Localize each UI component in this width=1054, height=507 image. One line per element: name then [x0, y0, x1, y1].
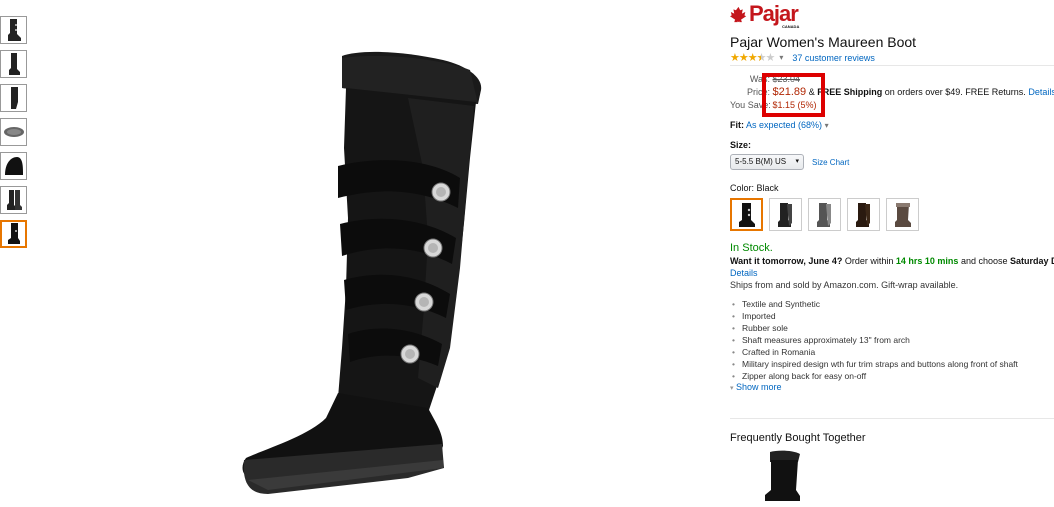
swatch-grey[interactable]	[808, 198, 841, 231]
list-item: Shaft measures approximately 13" from ar…	[730, 334, 1018, 346]
thumbnail-2[interactable]	[0, 50, 27, 78]
want-mid2: and choose	[960, 256, 1008, 266]
order-countdown: 14 hrs 10 mins	[895, 256, 959, 266]
brand-logo[interactable]: Pajar CANADA	[730, 1, 800, 29]
boot-taupe-icon	[894, 202, 911, 227]
delivery-details-link[interactable]: Details	[730, 268, 758, 278]
fbt-title: Frequently Bought Together	[730, 432, 866, 444]
maple-leaf-icon	[730, 6, 747, 23]
rating-row: ★★★★★★ ▾ 37 customer reviews	[730, 51, 875, 64]
boot-image	[242, 51, 482, 494]
boot-brown-icon	[855, 202, 870, 227]
want-prefix: Want it tomorrow, June 4?	[730, 256, 843, 266]
size-selected-value: 5-5.5 B(M) US	[735, 157, 787, 166]
thumbnail-list	[0, 16, 32, 254]
chevron-down-icon[interactable]: ▾	[779, 53, 783, 62]
chevron-down-icon[interactable]: ▾	[825, 121, 829, 130]
delivery-promise: Want it tomorrow, June 4? Order within 1…	[730, 256, 1054, 266]
show-more-label: Show more	[736, 382, 782, 392]
size-label: Size:	[730, 140, 752, 150]
show-more-link[interactable]: ▾ Show more	[730, 382, 782, 392]
boot-side-icon	[8, 53, 20, 75]
list-item: Textile and Synthetic	[730, 298, 1018, 310]
size-chart-link[interactable]: Size Chart	[812, 158, 849, 167]
thumbnail-6[interactable]	[0, 186, 27, 214]
star-rating-icon[interactable]: ★★★★★★	[730, 51, 775, 64]
boot-grey-icon	[816, 202, 831, 227]
list-item: Imported	[730, 310, 1018, 322]
fit-row: Fit: As expected (68%) ▾	[730, 120, 829, 130]
list-item: Rubber sole	[730, 322, 1018, 334]
color-value: Black	[756, 183, 779, 193]
feature-bullets: Textile and Synthetic Imported Rubber so…	[730, 298, 1018, 382]
thumbnail-4[interactable]	[0, 118, 27, 146]
divider	[730, 65, 1054, 66]
swatch-black[interactable]	[730, 198, 763, 231]
boot-fbt-icon	[765, 450, 800, 501]
brand-sub: CANADA	[782, 24, 800, 29]
boot-back-icon	[10, 87, 18, 109]
boot-black-icon	[738, 202, 755, 227]
swatch-brown[interactable]	[847, 198, 880, 231]
boot-sole-icon	[3, 127, 24, 137]
thumbnail-3[interactable]	[0, 84, 27, 112]
list-item: Crafted in Romania	[730, 346, 1018, 358]
list-item: Military inspired design wth fur trim st…	[730, 358, 1018, 370]
shipping-details-link[interactable]: Details	[1028, 87, 1054, 97]
fit-value-link[interactable]: As expected (68%)	[746, 120, 822, 130]
fbt-product-image[interactable]	[762, 450, 804, 507]
color-row: Color: Black	[730, 183, 779, 193]
color-label: Color:	[730, 183, 755, 193]
swatch-black-2[interactable]	[769, 198, 802, 231]
size-select[interactable]: 5-5.5 B(M) US ▾	[730, 154, 804, 170]
boot-front-icon	[7, 223, 20, 244]
boot-top-icon	[4, 157, 23, 175]
chevron-down-icon: ▾	[730, 385, 734, 392]
list-item: Zipper along back for easy on-off	[730, 370, 1018, 382]
delivery-option: Saturday Delivery	[1010, 256, 1054, 266]
boot-dark-icon	[777, 202, 792, 227]
shipping-terms: on orders over $49. FREE Returns.	[884, 87, 1026, 97]
fit-label: Fit:	[730, 120, 744, 130]
color-swatches	[730, 198, 919, 231]
reviews-link[interactable]: 37 customer reviews	[792, 53, 875, 63]
boot-thumb-icon	[7, 19, 21, 41]
swatch-taupe[interactable]	[886, 198, 919, 231]
want-mid: Order within	[844, 256, 894, 266]
price-highlight-box	[762, 73, 825, 117]
thumbnail-7[interactable]	[0, 220, 27, 248]
ships-from-text: Ships from and sold by Amazon.com. Gift-…	[730, 280, 959, 290]
product-main-image[interactable]	[238, 48, 483, 498]
free-shipping: FREE Shipping	[817, 87, 883, 97]
stock-status: In Stock.	[730, 242, 773, 254]
boot-pair-icon	[6, 190, 22, 210]
dropdown-arrow-icon: ▾	[795, 158, 799, 165]
thumbnail-1[interactable]	[0, 16, 27, 44]
product-title: Pajar Women's Maureen Boot	[730, 34, 917, 50]
brand-name: Pajar	[749, 1, 799, 26]
thumbnail-5[interactable]	[0, 152, 27, 180]
divider	[730, 418, 1054, 419]
